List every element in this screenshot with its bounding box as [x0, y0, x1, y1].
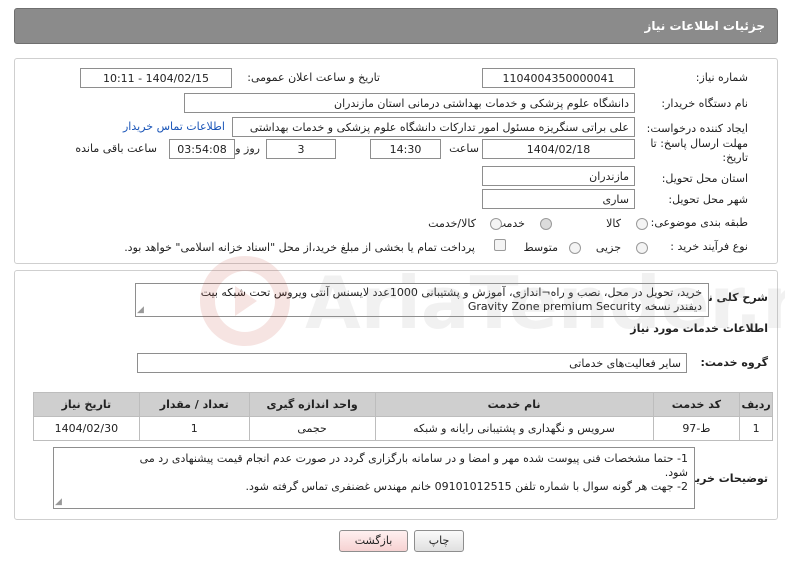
purchase-radio-minor[interactable]: [636, 242, 648, 254]
buyer-contact-link[interactable]: اطلاعات تماس خریدار: [123, 120, 225, 133]
services-section-title: اطلاعات خدمات مورد نیاز: [630, 322, 768, 335]
city-field[interactable]: ساری: [482, 189, 635, 209]
deadline-label: مهلت ارسال پاسخ: تا: [650, 137, 748, 150]
cell-unit: حجمی: [248, 416, 376, 441]
cell-row: 1: [739, 416, 773, 441]
buyer-org-label: نام دستگاه خریدار:: [661, 97, 748, 110]
print-button[interactable]: چاپ: [414, 530, 464, 552]
city-label: شهر محل تحویل:: [668, 193, 748, 206]
buyer-org-field[interactable]: دانشگاه علوم پزشکی و خدمات بهداشتی درمان…: [184, 93, 635, 113]
purchase-type-label: نوع فرآیند خرید :: [670, 240, 748, 253]
treasury-checkbox[interactable]: [494, 239, 506, 251]
buyer-notes-line1: 1- حتما مشخصات فنی پیوست شده مهر و امضا …: [139, 452, 688, 465]
deadline-label-date: تاریخ:: [722, 151, 748, 164]
col-row: ردیف: [739, 392, 773, 417]
cell-quantity: 1: [138, 416, 250, 441]
remaining-time-field[interactable]: 03:54:08: [169, 139, 235, 159]
cell-service-code: ط-97: [652, 416, 741, 441]
remaining-time-label: ساعت باقی مانده: [75, 142, 157, 155]
col-unit: واحد اندازه گیری: [248, 392, 376, 417]
services-table-header: ردیف کد خدمت نام خدمت واحد اندازه گیری ت…: [33, 392, 773, 417]
buyer-notes-textarea[interactable]: 1- حتما مشخصات فنی پیوست شده مهر و امضا …: [53, 447, 695, 509]
purchase-option-minor: جزیی: [595, 241, 621, 254]
deadline-time-label: ساعت: [449, 142, 479, 155]
need-number-label: شماره نیاز:: [695, 71, 748, 84]
category-option-goods-service: کالا/خدمت: [428, 217, 476, 230]
purchase-option-medium: متوسط: [523, 241, 558, 254]
province-label: استان محل تحویل:: [661, 172, 748, 185]
category-radio-service[interactable]: [540, 218, 552, 230]
services-table: ردیف کد خدمت نام خدمت واحد اندازه گیری ت…: [33, 392, 773, 441]
category-option-goods: کالا: [606, 217, 621, 230]
category-radio-goods[interactable]: [636, 218, 648, 230]
service-group-label: گروه خدمت:: [700, 356, 768, 369]
table-row: 1 ط-97 سرویس و نگهداری و پشتیبانی رایانه…: [33, 416, 773, 441]
description-line2-fa: دیفندر نسخه: [644, 300, 702, 313]
cell-need-date: 1404/02/30: [33, 416, 140, 441]
description-line2: دیفندر نسخه Gravity Zone premium Securit…: [142, 300, 702, 314]
service-group-field[interactable]: سایر فعالیت‌های خدماتی: [137, 353, 687, 373]
deadline-date-field[interactable]: 1404/02/18: [482, 139, 635, 159]
category-radio-goods-service[interactable]: [490, 218, 502, 230]
purchase-radio-medium[interactable]: [569, 242, 581, 254]
announce-datetime-field[interactable]: 1404/02/15 - 10:11: [80, 68, 232, 88]
requester-label: ایجاد کننده درخواست:: [646, 122, 748, 135]
buyer-notes-line2: شود.: [664, 466, 688, 479]
treasury-note: پرداخت تمام یا بخشی از مبلغ خرید،از محل …: [124, 241, 475, 254]
description-line2-en: Gravity Zone premium Security: [467, 300, 642, 313]
resize-handle-icon[interactable]: ◢: [137, 306, 144, 315]
cell-service-name: سرویس و نگهداری و پشتیبانی رایانه و شبکه: [374, 416, 654, 441]
announce-datetime-label: تاریخ و ساعت اعلان عمومی:: [247, 71, 380, 84]
resize-handle-icon[interactable]: ◢: [55, 498, 62, 507]
page-header: جزئیات اطلاعات نیاز: [14, 8, 778, 44]
province-field[interactable]: مازندران: [482, 166, 635, 186]
description-textarea[interactable]: خرید، تحویل در محل، نصب و راه¬اندازی، آم…: [135, 283, 709, 317]
category-label: طبقه بندی موضوعی:: [650, 216, 748, 229]
need-info-panel: [14, 58, 778, 264]
col-service-name: نام خدمت: [374, 392, 654, 417]
requester-field[interactable]: علی براتی سنگریزه مسئول امور تدارکات دان…: [232, 117, 635, 137]
col-quantity: تعداد / مقدار: [138, 392, 250, 417]
description-line1: خرید، تحویل در محل، نصب و راه¬اندازی، آم…: [200, 286, 702, 299]
buyer-notes-line3: 2- جهت هر گونه سوال با شماره تلفن 091010…: [245, 480, 689, 493]
col-service-code: کد خدمت: [652, 392, 741, 417]
back-button[interactable]: بازگشت: [339, 530, 408, 552]
col-need-date: تاریخ نیاز: [33, 392, 140, 417]
days-label: روز و: [235, 142, 260, 155]
remaining-days-field[interactable]: 3: [266, 139, 336, 159]
deadline-time-field[interactable]: 14:30: [370, 139, 441, 159]
page-title: جزئیات اطلاعات نیاز: [644, 19, 765, 33]
need-number-field[interactable]: 1104004350000041: [482, 68, 635, 88]
